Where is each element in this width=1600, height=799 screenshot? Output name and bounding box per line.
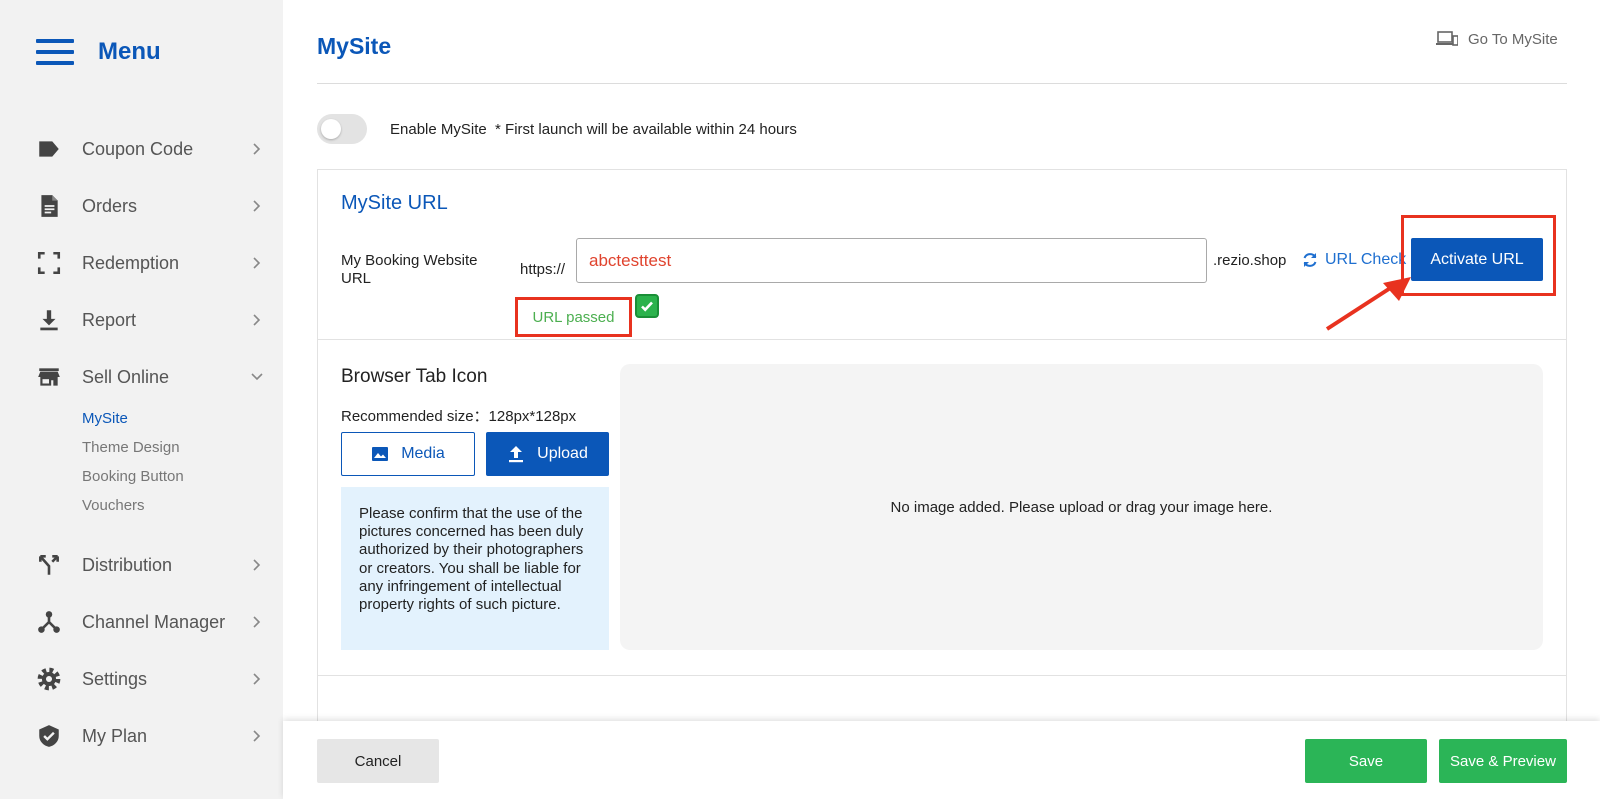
image-icon: [372, 447, 389, 461]
chevron-right-icon: [250, 199, 264, 213]
url-status-text: URL passed: [532, 308, 615, 326]
dropzone-text: No image added. Please upload or drag yo…: [890, 498, 1273, 516]
chevron-right-icon: [250, 313, 264, 327]
chevron-right-icon: [250, 672, 264, 686]
save-and-preview-button[interactable]: Save & Preview: [1439, 739, 1567, 783]
sidebar-item-label: My Plan: [82, 725, 148, 746]
chevron-right-icon: [250, 142, 264, 156]
sidebar: Menu Coupon Code Orders Redemption Repor…: [0, 0, 283, 799]
url-prefix: https://: [520, 261, 566, 278]
menu-title: Menu: [98, 38, 161, 65]
sidebar-subitem-theme-design[interactable]: Theme Design: [82, 439, 180, 456]
upload-button[interactable]: Upload: [486, 432, 609, 476]
browser-tab-icon-title: Browser Tab Icon: [341, 366, 488, 387]
activate-url-button[interactable]: Activate URL: [1411, 238, 1543, 281]
enable-mysite-label: Enable MySite * First launch will be ava…: [390, 121, 797, 138]
go-to-mysite-label: Go To MySite: [1468, 30, 1558, 48]
scan-frame-icon: [36, 250, 62, 276]
section-divider: [318, 675, 1566, 676]
sidebar-item-label: Report: [82, 309, 137, 330]
url-check-button[interactable]: URL Check: [1301, 251, 1406, 269]
network-icon: [36, 609, 62, 635]
check-mark-icon: [635, 294, 659, 318]
copyright-notice: Please confirm that the use of the pictu…: [341, 487, 609, 650]
header-divider: [317, 83, 1567, 84]
sidebar-item-report[interactable]: Report: [0, 300, 283, 340]
tag-icon: [36, 136, 62, 162]
booking-url-label: My Booking Website URL: [341, 252, 478, 287]
document-icon: [36, 193, 62, 219]
sidebar-item-distribution[interactable]: Distribution: [0, 545, 283, 585]
sidebar-item-label: Orders: [82, 195, 138, 216]
sidebar-subitem-booking-button[interactable]: Booking Button: [82, 468, 184, 485]
sidebar-item-redemption[interactable]: Redemption: [0, 243, 283, 283]
enable-mysite-toggle[interactable]: [317, 114, 367, 144]
refresh-icon: [1303, 253, 1317, 267]
hamburger-icon[interactable]: [36, 39, 74, 65]
url-suffix: .rezio.shop: [1213, 252, 1287, 269]
sidebar-subitem-vouchers[interactable]: Vouchers: [82, 497, 145, 514]
media-label: Media: [401, 445, 445, 462]
sidebar-item-my-plan[interactable]: My Plan: [0, 716, 283, 756]
chevron-right-icon: [250, 615, 264, 629]
sidebar-item-channel-manager[interactable]: Channel Manager: [0, 602, 283, 642]
sidebar-item-label: Coupon Code: [82, 138, 194, 159]
recommended-size: Recommended size：128px*128px: [341, 408, 577, 425]
menu-header: Menu: [36, 38, 161, 66]
save-button[interactable]: Save: [1305, 739, 1427, 783]
sidebar-item-orders[interactable]: Orders: [0, 186, 283, 226]
url-slug-input[interactable]: [576, 238, 1207, 283]
sidebar-item-label: Settings: [82, 668, 148, 689]
sidebar-item-label: Distribution: [82, 554, 173, 575]
sidebar-item-settings[interactable]: Settings: [0, 659, 283, 699]
cancel-button[interactable]: Cancel: [317, 739, 439, 783]
url-status-badge: URL passed: [515, 297, 632, 337]
chevron-right-icon: [250, 558, 264, 572]
go-to-mysite-link[interactable]: Go To MySite: [1436, 30, 1558, 48]
media-button[interactable]: Media: [341, 432, 475, 476]
page-title: MySite: [317, 33, 392, 59]
footer-bar: Cancel Save Save & Preview: [283, 721, 1600, 799]
annotation-arrow: [1325, 277, 1411, 331]
shield-check-icon: [36, 723, 62, 749]
sidebar-item-coupon-code[interactable]: Coupon Code: [0, 129, 283, 169]
chevron-right-icon: [250, 256, 264, 270]
fork-icon: [36, 552, 62, 578]
upload-icon: [509, 446, 524, 463]
store-icon: [36, 364, 62, 390]
sidebar-item-label: Redemption: [82, 252, 180, 273]
image-dropzone[interactable]: No image added. Please upload or drag yo…: [620, 364, 1543, 650]
chevron-down-icon: [250, 370, 264, 384]
url-check-label: URL Check: [1325, 251, 1407, 268]
section-divider: [318, 339, 1566, 340]
mysite-settings-card: MySite URL My Booking Website URL https:…: [317, 169, 1567, 729]
sidebar-item-sell-online[interactable]: Sell Online: [0, 357, 283, 397]
mysite-url-title: MySite URL: [341, 192, 448, 214]
gear-icon: [36, 666, 62, 692]
devices-icon: [1436, 31, 1458, 46]
upload-label: Upload: [537, 445, 588, 462]
sidebar-subitem-mysite[interactable]: MySite: [82, 410, 128, 427]
chevron-right-icon: [250, 729, 264, 743]
download-icon: [36, 307, 62, 333]
sidebar-item-label: Channel Manager: [82, 611, 226, 632]
sidebar-item-label: Sell Online: [82, 366, 170, 387]
